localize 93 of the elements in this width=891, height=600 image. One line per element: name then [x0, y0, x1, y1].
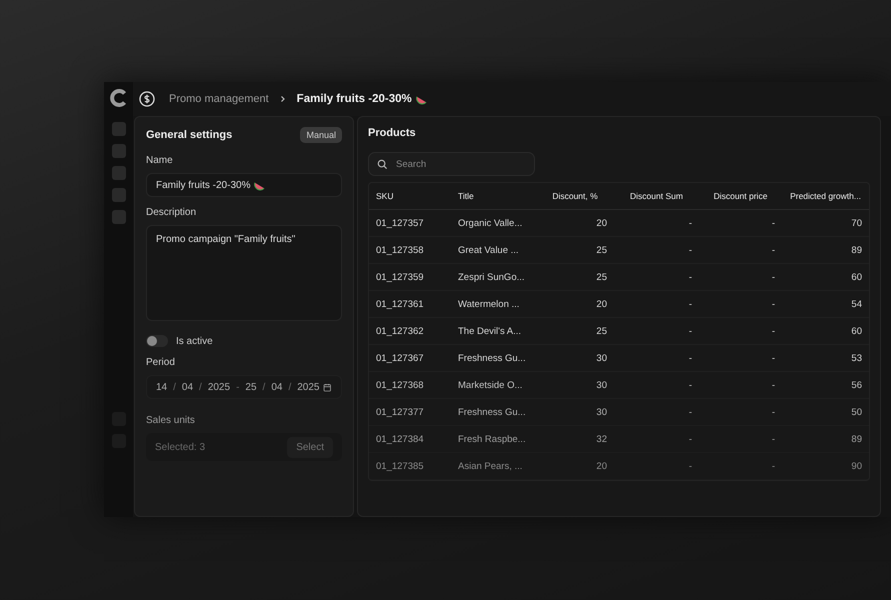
name-field[interactable]: Family fruits -20-30% [146, 173, 342, 197]
breadcrumb-link[interactable]: Promo management [169, 93, 269, 105]
chevron-right-icon [278, 95, 287, 103]
description-field[interactable]: Promo campaign "Family fruits" [146, 225, 342, 321]
table-cell-text: - [770, 352, 776, 364]
table-cell-text: - [770, 406, 776, 418]
table-cell-text: 60 [850, 272, 863, 282]
table-cell-text: - [770, 272, 776, 282]
column-header[interactable]: Predicted growth... [782, 191, 869, 201]
calendar-icon [323, 382, 332, 392]
table-cell-text: - [688, 380, 693, 390]
table-cell-text: 01_127358 [375, 244, 425, 256]
table-cell-text: Great Value ... [457, 244, 520, 256]
table-cell-text: 01_127359 [375, 272, 425, 282]
table-cell-text: Watermelon ... [457, 298, 520, 310]
table-cell-text: 30 [595, 380, 608, 390]
column-header[interactable]: Title [451, 191, 536, 201]
table-cell-text: 53 [850, 352, 863, 364]
table-cell-text: 70 [850, 218, 863, 228]
table-cell-text: 25 [595, 272, 608, 282]
nav-icon[interactable] [112, 122, 126, 136]
table-cell-text: - [688, 298, 693, 310]
table-cell-text: 01_127361 [375, 298, 425, 310]
table-cell-text: Organic Valle... [457, 218, 524, 228]
active-toggle[interactable] [146, 335, 168, 347]
field-label: Description [146, 207, 198, 218]
table-cell-text: 30 [595, 406, 608, 418]
table-cell-text: 32 [595, 434, 608, 444]
table-cell-text: - [770, 244, 776, 256]
table-cell-text: 25 [595, 244, 608, 256]
column-header[interactable]: Discount price [699, 191, 782, 201]
nav-icon[interactable] [112, 166, 126, 180]
table-cell-text: - [688, 218, 693, 228]
table-cell-text: The Devil's A... [457, 326, 522, 336]
mode-badge: Manual [300, 127, 342, 143]
dollar-icon [139, 91, 155, 107]
table-cell-text: Asian Pears, ... [457, 460, 524, 472]
table-cell-text: Fresh Raspbe... [457, 434, 527, 444]
table-cell-text: - [770, 380, 776, 390]
table-cell-text: - [688, 272, 693, 282]
table-cell-text: 25 [595, 326, 608, 336]
toggle-label: Is active [176, 336, 213, 346]
nav-icon[interactable] [112, 210, 126, 224]
column-header[interactable]: Discount, % [536, 191, 614, 201]
table-cell-text: 50 [850, 406, 863, 418]
field-label: Sales units [146, 415, 196, 426]
table-cell-text: Zespri SunGo... [457, 272, 526, 282]
table-cell-text: 01_127357 [375, 218, 425, 228]
table-cell-text: 01_127367 [375, 352, 425, 364]
table-cell-text: - [688, 352, 693, 364]
table-cell-text: - [770, 460, 776, 472]
table-cell-text: 30 [595, 352, 608, 364]
table-cell-text: 20 [595, 298, 608, 310]
table-cell-text: 01_127384 [375, 434, 425, 444]
table-cell-text: 89 [850, 434, 863, 444]
table-cell-text: Freshness Gu... [457, 352, 527, 364]
search-field[interactable]: Search [368, 152, 535, 176]
table-cell-text: - [688, 326, 693, 336]
field-label: Period [146, 357, 176, 368]
table-cell-text: 01_127377 [375, 406, 425, 418]
table-cell-text: 01_127368 [375, 380, 425, 390]
watermelon-slice-icon [254, 180, 266, 190]
table-cell-text: - [688, 434, 693, 444]
table-cell-text: 20 [595, 218, 608, 228]
table-cell-text: 54 [850, 298, 863, 310]
table-cell-text: - [688, 460, 693, 472]
panel-title: General settings [146, 129, 232, 141]
table-cell-text: - [688, 406, 693, 418]
table-cell-text: 89 [850, 244, 863, 256]
nav-icon[interactable] [112, 188, 126, 202]
table-cell-text: Freshness Gu... [457, 406, 527, 418]
table-cell-text: 20 [595, 460, 608, 472]
table-cell-text: - [688, 244, 693, 256]
table-cell-text: 56 [850, 380, 863, 390]
table-cell-text: 90 [850, 460, 863, 472]
nav-icon[interactable] [112, 144, 126, 158]
table-cell-text: 01_127385 [375, 460, 425, 472]
page-title: Family fruits -20-30% [296, 93, 412, 105]
column-header[interactable]: SKU [369, 191, 451, 201]
table-cell-text: - [770, 298, 776, 310]
panel-title: Products [368, 127, 417, 139]
sales-units-placeholder: Selected: 3 [155, 442, 206, 452]
table-cell-text: 01_127362 [375, 326, 425, 336]
watermelon-slice-icon [416, 94, 427, 104]
table-cell-text: Marketside O... [457, 380, 524, 390]
period-field[interactable]: 14 / 04 / 2025 - 25 / 04 / 2025 [146, 375, 342, 399]
table-cell-text: 60 [850, 326, 863, 336]
table-cell-text: - [770, 218, 776, 228]
table-cell-text: - [770, 326, 776, 336]
column-header[interactable]: Discount Sum [614, 191, 699, 201]
logo-icon [108, 88, 128, 108]
field-label: Name [146, 155, 174, 166]
table-cell-text: - [770, 434, 776, 444]
